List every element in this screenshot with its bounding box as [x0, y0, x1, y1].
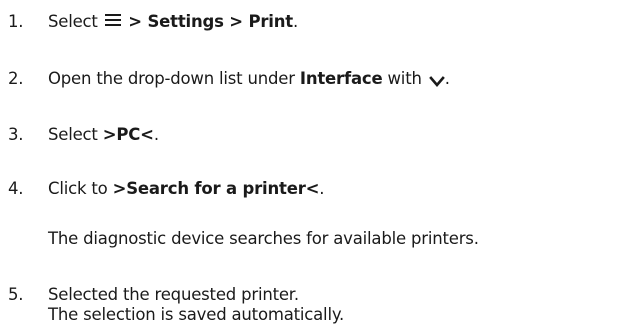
- menu-icon: [104, 13, 121, 27]
- step-suffix: .: [444, 69, 450, 88]
- step-number: 1.: [8, 12, 24, 31]
- step-number: 2.: [8, 69, 24, 88]
- step-text: Select >PC<.: [48, 123, 159, 147]
- step-number: 4.: [8, 179, 24, 198]
- menu-path: > Settings > Print: [122, 12, 293, 31]
- step-middle: with: [382, 69, 427, 88]
- step-text: Open the drop-down list under Interface …: [48, 67, 450, 91]
- step-suffix: .: [153, 125, 159, 144]
- step-5-result: The selection is saved automatically.: [48, 305, 345, 324]
- chevron-down-icon: [428, 71, 445, 87]
- step-prefix: Select: [48, 12, 103, 31]
- step-prefix: Select: [48, 125, 103, 144]
- step-number: 5.: [8, 285, 24, 304]
- pc-option: >PC<: [102, 125, 154, 144]
- step-text: Click to >Search for a printer<.: [48, 177, 325, 201]
- search-printer-label: >Search for a printer<: [112, 179, 320, 198]
- instruction-steps: 1. Select > Settings > Print. 2. Open th…: [0, 0, 621, 334]
- step-text: Select > Settings > Print.: [48, 10, 298, 34]
- step-suffix: .: [292, 12, 299, 31]
- interface-label: Interface: [299, 69, 383, 88]
- step-prefix: Click to: [48, 179, 113, 198]
- step-suffix: .: [319, 179, 325, 198]
- step-prefix: Open the drop-down list under: [48, 69, 300, 88]
- step-4-result: The diagnostic device searches for avail…: [48, 229, 479, 248]
- step-number: 3.: [8, 125, 24, 144]
